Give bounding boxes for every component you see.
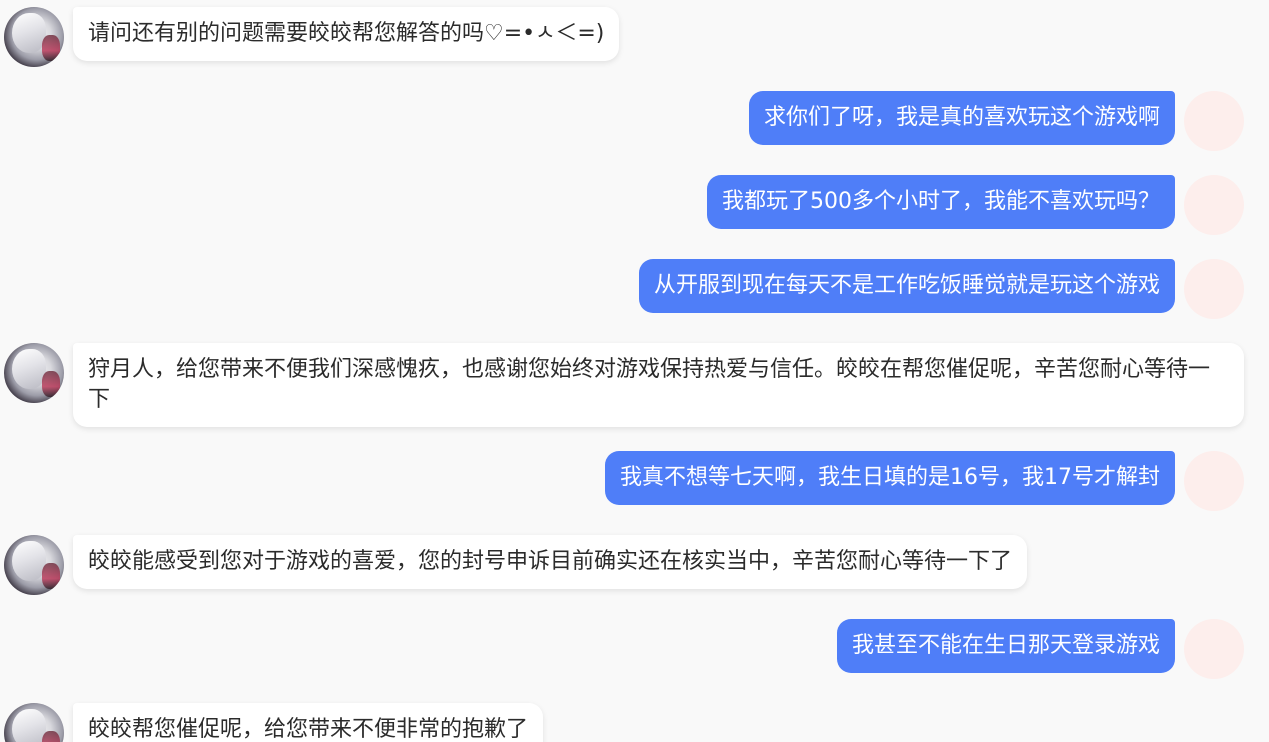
agent-avatar[interactable] — [4, 535, 64, 595]
message-text: 我都玩了500多个小时了，我能不喜欢玩吗？ — [722, 189, 1160, 214]
user-avatar[interactable] — [1184, 259, 1244, 319]
user-message-bubble: 从开服到现在每天不是工作吃饭睡觉就是玩这个游戏 — [638, 259, 1175, 313]
agent-avatar[interactable] — [4, 343, 64, 403]
message-text: 请问还有别的问题需要皎皎帮您解答的吗♡=•ㅅ＜=) — [88, 21, 605, 46]
agent-avatar[interactable] — [4, 703, 64, 742]
user-avatar[interactable] — [1184, 91, 1244, 151]
user-avatar[interactable] — [1184, 175, 1244, 235]
user-message-bubble: 求你们了呀，我是真的喜欢玩这个游戏啊 — [748, 91, 1175, 145]
message-text: 皎皎帮您催促呢，给您带来不便非常的抱歉了 — [88, 717, 529, 742]
message-text: 狩月人，给您带来不便我们深感愧疚，也感谢您始终对游戏保持热爱与信任。皎皎在帮您催… — [88, 357, 1211, 412]
user-message-bubble: 我甚至不能在生日那天登录游戏 — [836, 619, 1175, 673]
message-text: 我真不想等七天啊，我生日填的是16号，我17号才解封 — [620, 465, 1160, 490]
message-text: 求你们了呀，我是真的喜欢玩这个游戏啊 — [763, 105, 1160, 130]
agent-message-bubble: 皎皎帮您催促呢，给您带来不便非常的抱歉了 — [73, 703, 544, 742]
agent-message-bubble: 请问还有别的问题需要皎皎帮您解答的吗♡=•ㅅ＜=) — [73, 7, 620, 61]
agent-avatar[interactable] — [4, 7, 64, 67]
user-avatar[interactable] — [1184, 451, 1244, 511]
user-message-bubble: 我都玩了500多个小时了，我能不喜欢玩吗？ — [707, 175, 1175, 229]
message-text: 从开服到现在每天不是工作吃饭睡觉就是玩这个游戏 — [653, 273, 1160, 298]
chat-conversation: 请问还有别的问题需要皎皎帮您解答的吗♡=•ㅅ＜=) 求你们了呀，我是真的喜欢玩这… — [0, 0, 1269, 742]
message-text: 我甚至不能在生日那天登录游戏 — [851, 633, 1160, 658]
agent-message-bubble: 狩月人，给您带来不便我们深感愧疚，也感谢您始终对游戏保持热爱与信任。皎皎在帮您催… — [73, 343, 1244, 427]
agent-message-bubble: 皎皎能感受到您对于游戏的喜爱，您的封号申诉目前确实还在核实当中，辛苦您耐心等待一… — [73, 535, 1028, 589]
user-avatar[interactable] — [1184, 619, 1244, 679]
message-text: 皎皎能感受到您对于游戏的喜爱，您的封号申诉目前确实还在核实当中，辛苦您耐心等待一… — [88, 549, 1013, 574]
user-message-bubble: 我真不想等七天啊，我生日填的是16号，我17号才解封 — [605, 451, 1175, 505]
